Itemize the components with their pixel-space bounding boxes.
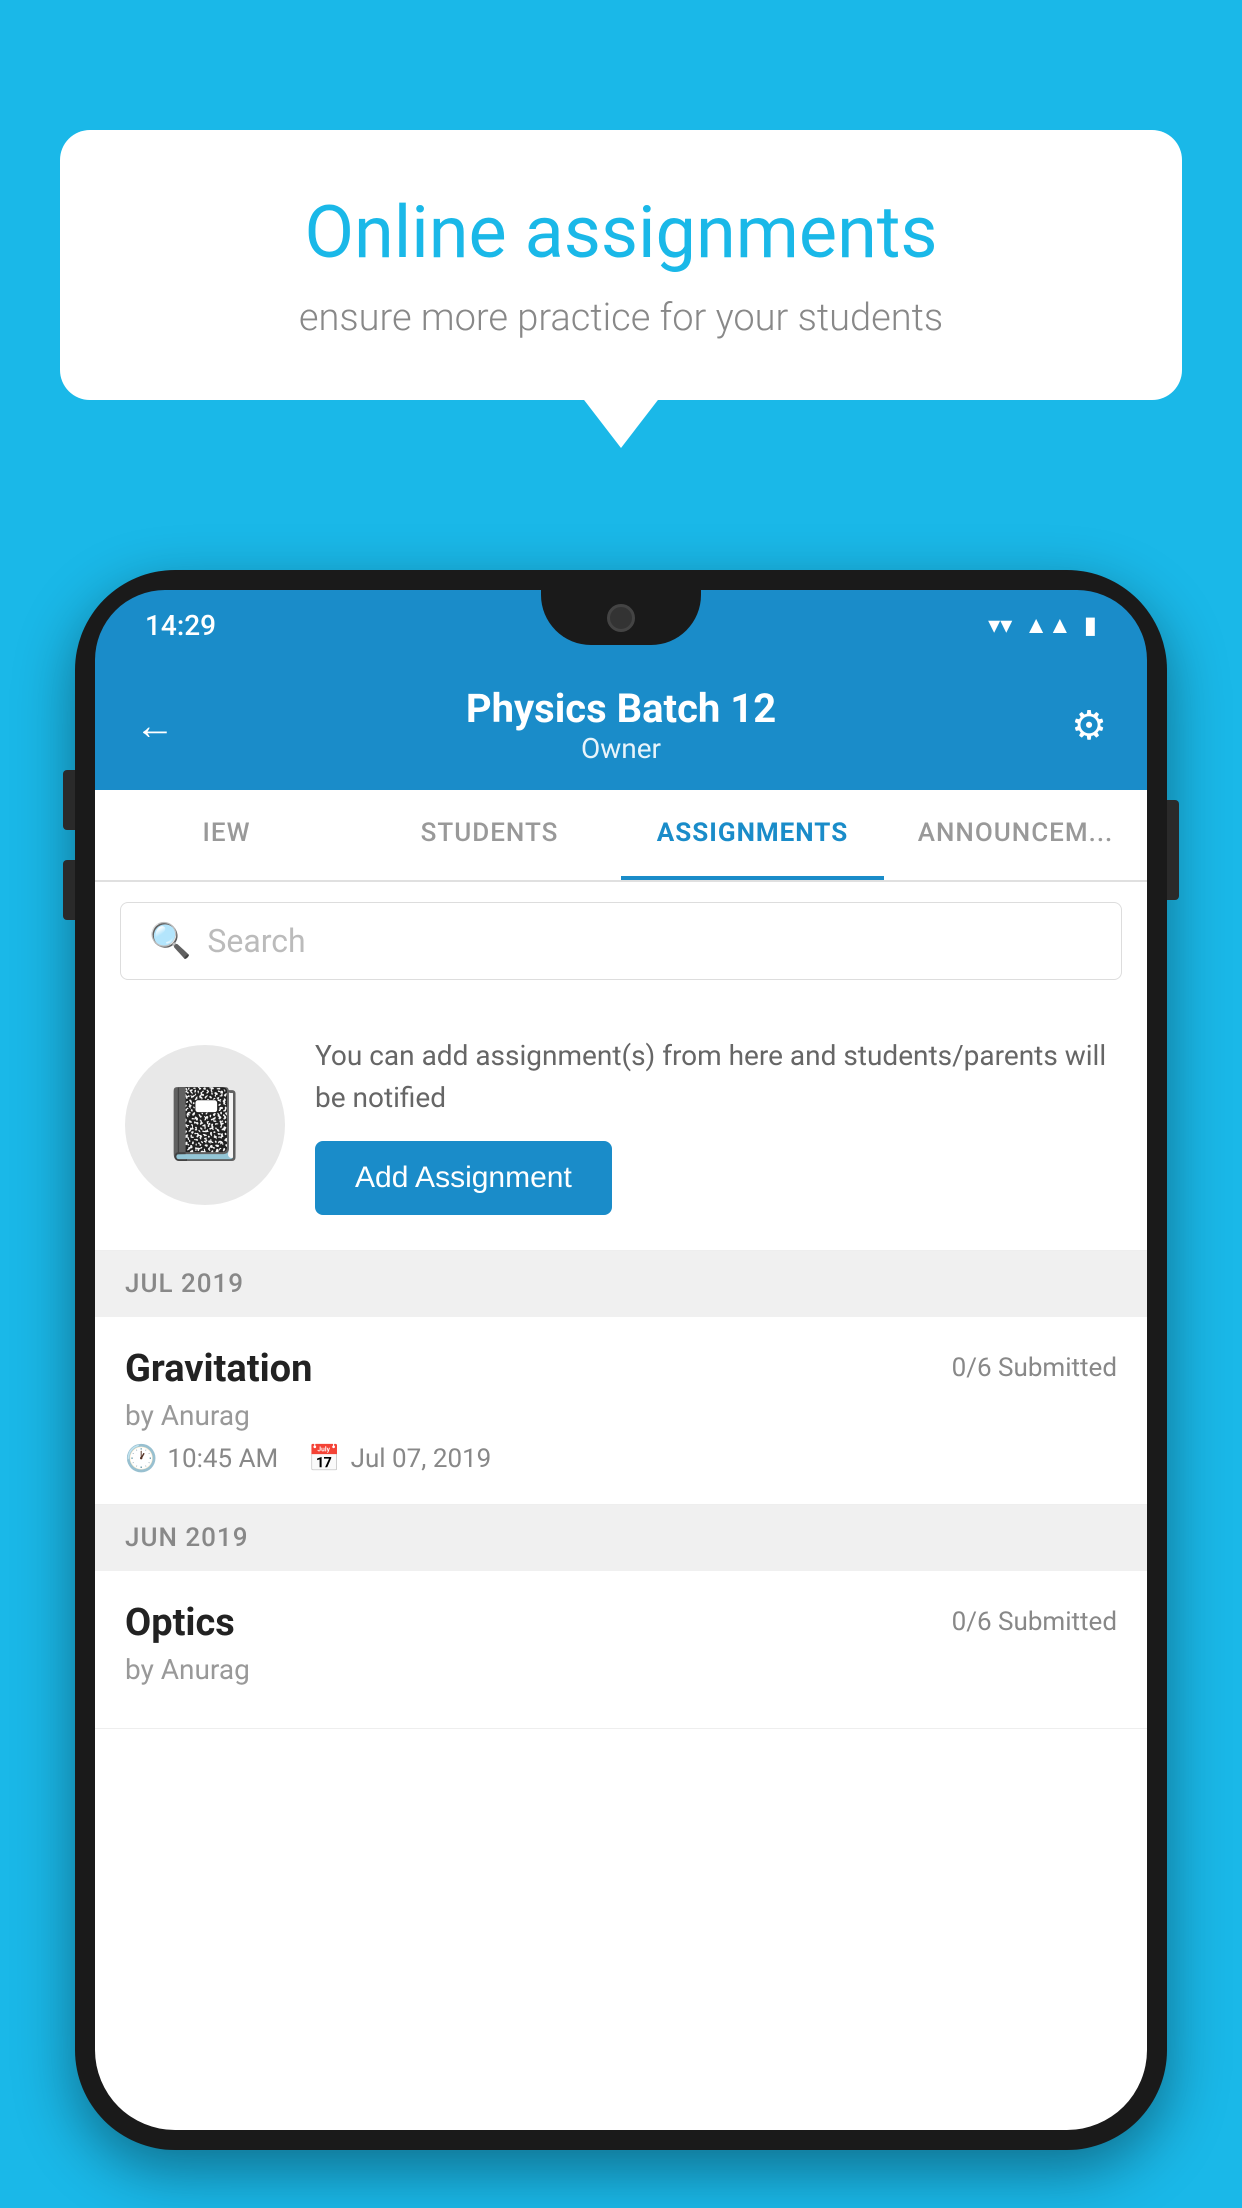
status-icons: ▾▾ ▲▲ ▮ xyxy=(988,611,1097,640)
assignment-author-optics: by Anurag xyxy=(125,1653,1117,1686)
assignment-name-gravitation: Gravitation xyxy=(125,1347,312,1391)
phone-device: 14:29 ▾▾ ▲▲ ▮ ← Physics Batch 12 Owner ⚙ xyxy=(75,570,1167,2150)
meta-date-gravitation: 📅 Jul 07, 2019 xyxy=(308,1444,491,1474)
tab-iew[interactable]: IEW xyxy=(95,790,358,880)
assignment-time-gravitation: 10:45 AM xyxy=(167,1444,278,1474)
app-header: ← Physics Batch 12 Owner ⚙ xyxy=(95,660,1147,790)
search-icon: 🔍 xyxy=(149,921,191,961)
promo-icon-circle: 📓 xyxy=(125,1045,285,1205)
tab-announcements[interactable]: ANNOUNCEM... xyxy=(884,790,1147,880)
assignment-author-gravitation: by Anurag xyxy=(125,1399,1117,1432)
signal-icon: ▲▲ xyxy=(1024,611,1072,640)
speech-bubble: Online assignments ensure more practice … xyxy=(60,130,1182,400)
back-button[interactable]: ← xyxy=(135,702,195,749)
power-button xyxy=(1167,800,1179,900)
camera-lens xyxy=(607,604,635,632)
search-bar[interactable]: 🔍 Search xyxy=(120,902,1122,980)
assignment-submitted-optics: 0/6 Submitted xyxy=(952,1601,1117,1637)
assignment-meta-gravitation: 🕐 10:45 AM 📅 Jul 07, 2019 xyxy=(125,1444,1117,1474)
status-time: 14:29 xyxy=(145,609,216,642)
volume-down-button xyxy=(63,860,75,920)
add-assignment-button[interactable]: Add Assignment xyxy=(315,1141,612,1215)
assignment-row-top: Gravitation 0/6 Submitted xyxy=(125,1347,1117,1391)
phone-wrapper: 14:29 ▾▾ ▲▲ ▮ ← Physics Batch 12 Owner ⚙ xyxy=(75,570,1167,2208)
volume-up-button xyxy=(63,770,75,830)
status-bar: 14:29 ▾▾ ▲▲ ▮ xyxy=(95,590,1147,660)
notebook-icon: 📓 xyxy=(161,1084,248,1166)
section-header-jul: JUL 2019 xyxy=(95,1251,1147,1317)
assignment-item-optics[interactable]: Optics 0/6 Submitted by Anurag xyxy=(95,1571,1147,1729)
phone-notch xyxy=(541,590,701,645)
header-subtitle: Owner xyxy=(195,732,1047,765)
meta-time-gravitation: 🕐 10:45 AM xyxy=(125,1444,278,1474)
speech-bubble-subtitle: ensure more practice for your students xyxy=(130,296,1112,340)
calendar-icon: 📅 xyxy=(308,1444,340,1474)
promo-card: 📓 You can add assignment(s) from here an… xyxy=(95,1000,1147,1251)
assignment-date-gravitation: Jul 07, 2019 xyxy=(351,1444,492,1474)
speech-bubble-section: Online assignments ensure more practice … xyxy=(60,130,1182,400)
header-title-group: Physics Batch 12 Owner xyxy=(195,685,1047,765)
tab-students[interactable]: STUDENTS xyxy=(358,790,621,880)
clock-icon: 🕐 xyxy=(125,1444,157,1474)
wifi-icon: ▾▾ xyxy=(988,611,1012,639)
speech-bubble-title: Online assignments xyxy=(130,190,1112,276)
assignment-item-gravitation[interactable]: Gravitation 0/6 Submitted by Anurag 🕐 10… xyxy=(95,1317,1147,1505)
assignment-name-optics: Optics xyxy=(125,1601,235,1645)
promo-description: You can add assignment(s) from here and … xyxy=(315,1035,1117,1119)
search-placeholder: Search xyxy=(207,922,305,960)
tab-assignments[interactable]: ASSIGNMENTS xyxy=(621,790,884,880)
promo-text-block: You can add assignment(s) from here and … xyxy=(315,1035,1117,1215)
settings-button[interactable]: ⚙ xyxy=(1047,702,1107,749)
tab-bar: IEW STUDENTS ASSIGNMENTS ANNOUNCEM... xyxy=(95,790,1147,882)
assignment-row-top-optics: Optics 0/6 Submitted xyxy=(125,1601,1117,1645)
phone-screen: ← Physics Batch 12 Owner ⚙ IEW STUDENTS … xyxy=(95,660,1147,2130)
section-header-jun: JUN 2019 xyxy=(95,1505,1147,1571)
search-container: 🔍 Search xyxy=(95,882,1147,1000)
battery-icon: ▮ xyxy=(1084,611,1097,639)
assignment-submitted-gravitation: 0/6 Submitted xyxy=(952,1347,1117,1383)
header-title: Physics Batch 12 xyxy=(195,685,1047,732)
